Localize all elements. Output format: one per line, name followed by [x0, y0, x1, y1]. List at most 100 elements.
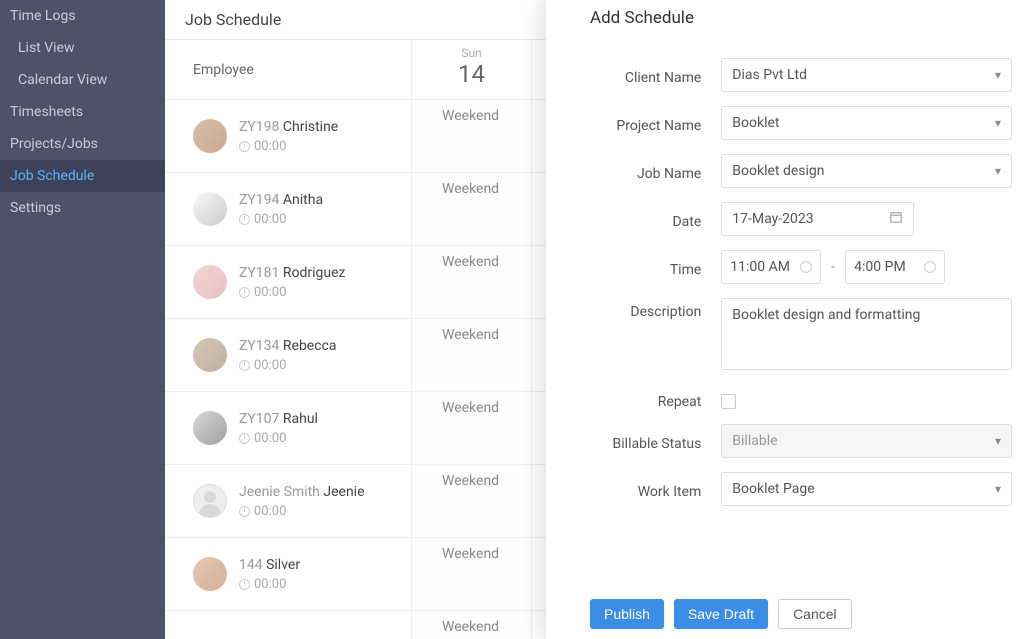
label-description: Description: [546, 298, 721, 320]
sidebar-item-listview[interactable]: List View: [0, 32, 165, 64]
field-row-repeat: Repeat: [546, 388, 1012, 410]
description-textarea[interactable]: [721, 298, 1012, 370]
field-row-time: Time 11:00 AM - 4:00 PM: [546, 250, 1012, 284]
label-job: Job Name: [546, 160, 721, 182]
day-cell[interactable]: Weekend: [412, 392, 532, 464]
clock-icon: [924, 261, 936, 273]
field-row-project: Project Name Booklet ▾: [546, 106, 1012, 140]
employee-time: 00:00: [239, 431, 318, 446]
sidebar-item-timesheets[interactable]: Timesheets: [0, 96, 165, 128]
avatar: [193, 338, 227, 372]
employee-cell[interactable]: ZY181 Rodriguez 00:00: [165, 246, 412, 318]
page-title: Job Schedule: [185, 10, 281, 29]
employee-name: ZY181 Rodriguez: [239, 265, 346, 281]
clock-icon: [239, 141, 250, 152]
employee-time: 00:00: [239, 285, 346, 300]
clock-icon: [239, 506, 250, 517]
label-billable: Billable Status: [546, 430, 721, 452]
avatar: [193, 192, 227, 226]
employee-time: 00:00: [239, 358, 337, 373]
day-cell[interactable]: Weekend: [412, 538, 532, 610]
job-dropdown[interactable]: Booklet design ▾: [721, 154, 1012, 188]
employee-cell[interactable]: ZY198 Christine 00:00: [165, 100, 412, 172]
save-draft-button[interactable]: Save Draft: [674, 599, 768, 629]
employee-name: ZY194 Anitha: [239, 192, 323, 208]
employee-cell[interactable]: ZY107 Rahul 00:00: [165, 392, 412, 464]
sidebar: Time Logs List View Calendar View Timesh…: [0, 0, 165, 639]
day-cell[interactable]: Weekend: [412, 465, 532, 537]
employee-cell[interactable]: ZY134 Rebecca 00:00: [165, 319, 412, 391]
time-to-input[interactable]: 4:00 PM: [845, 250, 945, 284]
billable-dropdown[interactable]: Billable ▾: [721, 424, 1012, 458]
field-row-job: Job Name Booklet design ▾: [546, 154, 1012, 188]
employee-name: ZY107 Rahul: [239, 411, 318, 427]
sidebar-item-calendarview[interactable]: Calendar View: [0, 64, 165, 96]
field-row-billable: Billable Status Billable ▾: [546, 424, 1012, 458]
label-time: Time: [546, 256, 721, 278]
day-column-header: Sun 14: [412, 40, 532, 99]
cancel-button[interactable]: Cancel: [778, 599, 852, 629]
chevron-down-icon: ▾: [995, 68, 1001, 82]
chevron-down-icon: ▾: [995, 482, 1001, 496]
employee-column-header: Employee: [165, 40, 412, 99]
employee-name: Jeenie Smith Jeenie: [239, 484, 365, 500]
time-separator: -: [831, 259, 835, 275]
employee-cell[interactable]: Jeenie Smith Jeenie 00:00: [165, 465, 412, 537]
clock-icon: [800, 261, 812, 273]
repeat-checkbox[interactable]: [721, 394, 736, 409]
day-of-week: Sun: [412, 46, 531, 60]
label-client: Client Name: [546, 64, 721, 86]
avatar: [193, 411, 227, 445]
panel-footer: Publish Save Draft Cancel: [546, 589, 1024, 639]
employee-time: 00:00: [239, 139, 338, 154]
project-dropdown[interactable]: Booklet ▾: [721, 106, 1012, 140]
label-repeat: Repeat: [546, 388, 721, 410]
avatar: [193, 484, 227, 518]
panel-title: Add Schedule: [546, 0, 1024, 40]
clock-icon: [239, 579, 250, 590]
clock-icon: [239, 214, 250, 225]
employee-time: 00:00: [239, 212, 323, 227]
avatar: [193, 265, 227, 299]
clock-icon: [239, 433, 250, 444]
employee-name: ZY198 Christine: [239, 119, 338, 135]
field-row-description: Description: [546, 298, 1012, 374]
time-from-input[interactable]: 11:00 AM: [721, 250, 821, 284]
clock-icon: [239, 360, 250, 371]
chevron-down-icon: ▾: [995, 116, 1001, 130]
chevron-down-icon: ▾: [995, 434, 1001, 448]
label-workitem: Work Item: [546, 478, 721, 500]
day-number: 14: [412, 60, 531, 88]
calendar-icon: [889, 210, 903, 228]
label-project: Project Name: [546, 112, 721, 134]
employee-name: 144 Silver: [239, 557, 300, 573]
day-cell[interactable]: Weekend: [412, 246, 532, 318]
date-input[interactable]: 17-May-2023: [721, 202, 914, 236]
day-cell[interactable]: Weekend: [412, 173, 532, 245]
day-cell[interactable]: Weekend: [412, 611, 532, 639]
field-row-workitem: Work Item Booklet Page ▾: [546, 472, 1012, 506]
workitem-dropdown[interactable]: Booklet Page ▾: [721, 472, 1012, 506]
employee-time: 00:00: [239, 504, 365, 519]
employee-cell[interactable]: ZY194 Anitha 00:00: [165, 173, 412, 245]
sidebar-item-projects[interactable]: Projects/Jobs: [0, 128, 165, 160]
client-dropdown[interactable]: Dias Pvt Ltd ▾: [721, 58, 1012, 92]
sidebar-item-jobschedule[interactable]: Job Schedule: [0, 160, 165, 192]
avatar: [193, 119, 227, 153]
sidebar-item-settings[interactable]: Settings: [0, 192, 165, 224]
clock-icon: [239, 287, 250, 298]
publish-button[interactable]: Publish: [590, 599, 664, 629]
employee-time: 00:00: [239, 577, 300, 592]
employee-cell[interactable]: [165, 611, 412, 639]
add-schedule-panel: Add Schedule Client Name Dias Pvt Ltd ▾ …: [546, 0, 1024, 639]
day-cell[interactable]: Weekend: [412, 100, 532, 172]
day-cell[interactable]: Weekend: [412, 319, 532, 391]
label-date: Date: [546, 208, 721, 230]
sidebar-item-timelogs[interactable]: Time Logs: [0, 0, 165, 32]
field-row-client: Client Name Dias Pvt Ltd ▾: [546, 58, 1012, 92]
chevron-down-icon: ▾: [995, 164, 1001, 178]
employee-cell[interactable]: 144 Silver 00:00: [165, 538, 412, 610]
avatar: [193, 557, 227, 591]
field-row-date: Date 17-May-2023: [546, 202, 1012, 236]
employee-name: ZY134 Rebecca: [239, 338, 337, 354]
